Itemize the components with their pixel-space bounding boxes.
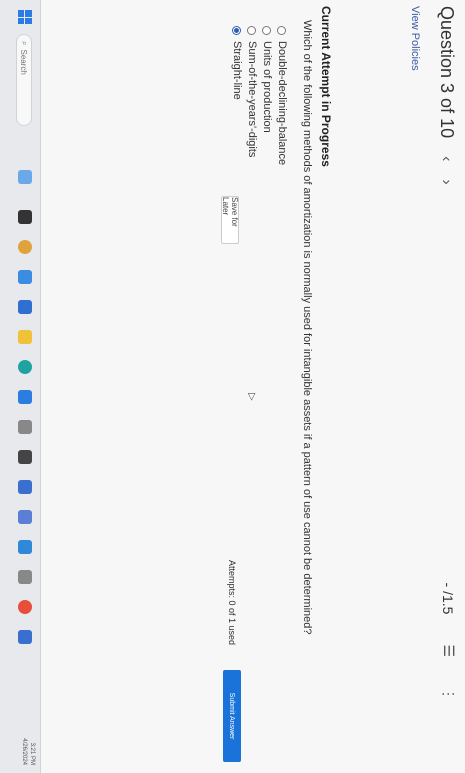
- photo-frame: Question 3 of 10 ‹ › - /1.5 ☰ ⋮ View Pol…: [0, 0, 465, 773]
- app-icon[interactable]: [18, 540, 32, 554]
- question-header: Question 3 of 10 ‹ ›: [436, 6, 457, 185]
- list-icon[interactable]: ☰: [440, 644, 457, 657]
- radio-button[interactable]: [247, 26, 257, 35]
- file-explorer-icon[interactable]: [18, 330, 32, 344]
- mouse-cursor-icon: ▷: [246, 393, 257, 401]
- option-label: Double-declining-balance: [276, 41, 288, 166]
- attempt-title: Current Attempt in Progress: [319, 6, 333, 167]
- chrome-icon[interactable]: [18, 240, 32, 254]
- question-counter: Question 3 of 10: [437, 6, 457, 139]
- attempts-counter: Attempts: 0 of 1 used: [227, 560, 237, 646]
- chevron-left-icon[interactable]: ‹: [438, 156, 456, 161]
- dropbox-icon[interactable]: [18, 450, 32, 464]
- question-text: Which of the following methods of amorti…: [301, 20, 313, 635]
- app-icon[interactable]: [18, 300, 32, 314]
- save-for-later-button[interactable]: Save for Later: [221, 196, 239, 244]
- radio-button[interactable]: [232, 26, 242, 35]
- view-policies-link[interactable]: View Policies: [409, 6, 421, 71]
- chevron-right-icon[interactable]: ›: [438, 179, 456, 184]
- option-label: Units of production: [261, 41, 273, 133]
- windows-start-icon[interactable]: [18, 10, 32, 24]
- answer-options: Double-declining-balance Units of produc…: [229, 26, 289, 165]
- option-double-declining[interactable]: Double-declining-balance: [275, 26, 289, 165]
- edge-icon[interactable]: [18, 360, 32, 374]
- task-view-icon[interactable]: [18, 210, 32, 224]
- taskbar-search[interactable]: ⌕ Search: [16, 34, 32, 126]
- more-vertical-icon[interactable]: ⋮: [440, 687, 457, 701]
- radio-button[interactable]: [262, 26, 272, 35]
- system-clock[interactable]: 3:21 PM 4/26/2024: [20, 738, 36, 765]
- option-units-of-production[interactable]: Units of production: [260, 26, 274, 165]
- clock-time: 3:21 PM: [29, 742, 35, 765]
- chrome-icon[interactable]: [18, 600, 32, 614]
- teams-icon[interactable]: [18, 510, 32, 524]
- clock-date: 4/26/2024: [21, 738, 27, 765]
- widgets-icon[interactable]: [18, 170, 32, 184]
- taskbar: ⌕ Search 3:21 PM 4/26/2024: [0, 0, 41, 773]
- option-label: Straight-line: [231, 41, 243, 100]
- radio-button[interactable]: [277, 26, 287, 35]
- option-straight-line[interactable]: Straight-line: [230, 26, 244, 165]
- option-label: Sum-of-the-years'-digits: [246, 41, 258, 158]
- score-value: - /1.5: [440, 582, 457, 615]
- score-area: - /1.5 ☰ ⋮: [440, 582, 458, 701]
- store-icon[interactable]: [18, 270, 32, 284]
- app-icon[interactable]: [18, 420, 32, 434]
- browser-screen: Question 3 of 10 ‹ › - /1.5 ☰ ⋮ View Pol…: [0, 0, 465, 773]
- app-icon[interactable]: [18, 630, 32, 644]
- option-sum-of-years[interactable]: Sum-of-the-years'-digits: [245, 26, 259, 165]
- search-icon: ⌕: [20, 41, 29, 46]
- search-placeholder: Search: [19, 49, 29, 75]
- outlook-icon[interactable]: [18, 480, 32, 494]
- app-icon[interactable]: [18, 570, 32, 584]
- submit-answer-button[interactable]: Submit Answer: [223, 670, 241, 762]
- app-icon[interactable]: [18, 390, 32, 404]
